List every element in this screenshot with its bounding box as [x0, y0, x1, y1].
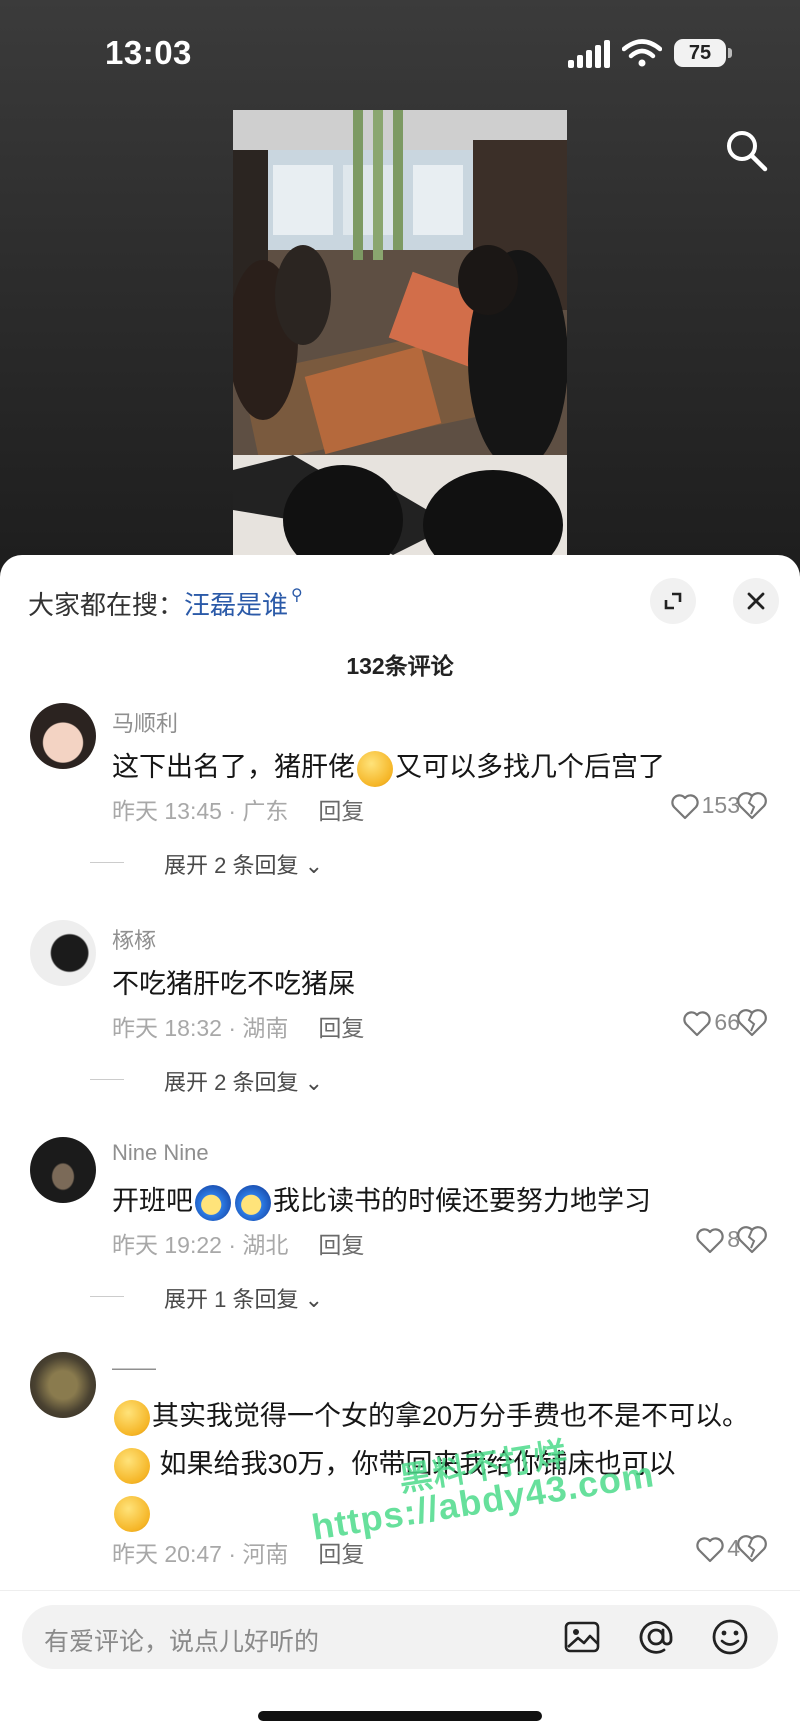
crying-emoji-icon	[195, 1184, 231, 1221]
avatar[interactable]	[30, 1137, 96, 1203]
comment-text: 开班吧 我比读书的时候还要努力地学习	[112, 1177, 772, 1225]
broken-heart-icon[interactable]	[736, 1007, 768, 1039]
expand-replies-button[interactable]: 展开 2 条回复 ⌄	[89, 848, 324, 880]
hot-search-query[interactable]: 汪磊是谁	[184, 590, 288, 620]
username[interactable]: 马顺利	[112, 706, 178, 738]
search-icon[interactable]	[722, 126, 770, 174]
broken-heart-icon[interactable]	[736, 1224, 768, 1256]
expand-replies-label: 展开 2 条回复	[164, 1070, 299, 1095]
like-count: 153	[701, 792, 740, 818]
hot-search-label: 大家都在搜：	[28, 590, 185, 620]
comment-input-placeholder: 有爱评论，说点儿好听的	[44, 1628, 320, 1656]
image-icon[interactable]	[562, 1617, 602, 1657]
close-button[interactable]	[733, 578, 779, 624]
shy-emoji-icon	[357, 750, 393, 787]
crying-emoji-icon	[235, 1184, 271, 1221]
reply-button[interactable]: 回复	[318, 798, 364, 824]
expand-icon	[664, 592, 682, 610]
comment-text-part: 开班吧	[112, 1186, 193, 1216]
heart-icon	[670, 794, 699, 820]
status-bar: 13:03 75	[0, 0, 800, 110]
avatar[interactable]	[30, 1352, 96, 1418]
username[interactable]: ——	[112, 1355, 156, 1381]
expand-button[interactable]	[650, 578, 696, 624]
video-area: 13:03 75	[0, 0, 800, 580]
thinking-emoji-icon	[114, 1447, 150, 1484]
comment-text-part: 这下出名了，猪肝佬	[112, 752, 355, 782]
cellular-signal-icon	[568, 40, 612, 68]
comment-meta: 昨天 13:45 · 广东 回复	[112, 792, 364, 826]
home-indicator[interactable]	[258, 1711, 542, 1721]
expand-replies-button[interactable]: 展开 2 条回复 ⌄	[89, 1065, 324, 1097]
heart-icon	[696, 1228, 724, 1254]
heart-icon	[696, 1537, 724, 1563]
broken-heart-icon[interactable]	[736, 1533, 768, 1565]
like-button[interactable]: 66	[620, 1009, 740, 1037]
status-time: 13:03	[105, 34, 192, 71]
close-icon	[747, 592, 765, 610]
thinking-emoji-icon	[114, 1495, 150, 1532]
time-location: 昨天 18:32 · 湖南	[112, 1015, 289, 1041]
time-location: 昨天 20:47 · 河南	[112, 1541, 289, 1567]
comment-text: 这下出名了，猪肝佬 又可以多找几个后宫了	[112, 743, 772, 791]
battery-indicator: 75	[674, 39, 726, 67]
wifi-icon	[622, 39, 662, 67]
hot-search[interactable]: 大家都在搜：汪磊是谁 ⚲	[28, 585, 303, 622]
expand-replies-label: 展开 2 条回复	[164, 853, 299, 878]
at-icon[interactable]	[636, 1617, 676, 1657]
chevron-down-icon: ⌄	[304, 853, 324, 878]
username[interactable]: 椓椓	[112, 923, 156, 955]
reply-button[interactable]: 回复	[318, 1015, 364, 1041]
expand-replies-label: 展开 1 条回复	[164, 1287, 299, 1312]
username[interactable]: Nine Nine	[112, 1140, 209, 1166]
comment-text-part: 又可以多找几个后宫了	[395, 752, 665, 782]
battery-cap	[728, 48, 732, 58]
comment-meta: 昨天 19:22 · 湖北 回复	[112, 1226, 364, 1260]
search-icon: ⚲	[291, 587, 303, 604]
comment-text-part: 其实我觉得一个女的拿20万分手费也不是不可以。	[152, 1401, 750, 1431]
avatar[interactable]	[30, 703, 96, 769]
smiley-icon[interactable]	[710, 1617, 750, 1657]
chevron-down-icon: ⌄	[304, 1287, 324, 1312]
like-button[interactable]: 153	[620, 792, 740, 820]
avatar[interactable]	[30, 920, 96, 986]
comment-text: 不吃猪肝吃不吃猪屎	[112, 969, 355, 999]
comment-meta: 昨天 18:32 · 湖南 回复	[112, 1009, 364, 1043]
time-location: 昨天 13:45 · 广东	[112, 798, 289, 824]
like-button[interactable]: 8	[620, 1226, 740, 1254]
time-location: 昨天 19:22 · 湖北	[112, 1232, 289, 1258]
comment-count: 132条评论	[346, 653, 454, 679]
expand-replies-button[interactable]: 展开 1 条回复 ⌄	[89, 1282, 324, 1314]
comment-text-part: 我比读书的时候还要努力地学习	[273, 1186, 651, 1216]
video-thumbnail[interactable]	[233, 110, 567, 555]
chevron-down-icon: ⌄	[304, 1070, 324, 1095]
comment-input[interactable]: 有爱评论，说点儿好听的	[22, 1605, 778, 1669]
heart-icon	[683, 1011, 712, 1037]
broken-heart-icon[interactable]	[736, 790, 768, 822]
reply-button[interactable]: 回复	[318, 1232, 364, 1258]
restaurant-photo	[233, 110, 567, 555]
thinking-emoji-icon	[114, 1399, 150, 1436]
like-button[interactable]: 4	[620, 1535, 740, 1563]
